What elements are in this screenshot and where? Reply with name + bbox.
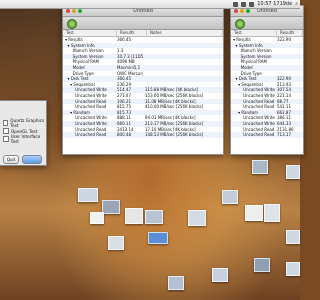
option-user-interface[interactable]: User Interface Test (0, 134, 46, 144)
cell-result: 800.48 (117, 132, 131, 138)
screenshot-file-icon[interactable] (102, 200, 120, 214)
cell-test: Uncached Read (233, 132, 275, 138)
table-header: Test Results (231, 30, 303, 37)
screenshot-file-icon[interactable] (286, 262, 300, 276)
screenshot-file-icon[interactable] (145, 210, 163, 224)
menubar-clock[interactable]: 10:57 1719de (257, 1, 292, 7)
column-header-notes[interactable]: Notes (147, 30, 223, 36)
results-table: ▾ Results 322.90 ▾ System Info Xbench Ver… (231, 37, 303, 138)
minimize-button[interactable] (72, 9, 76, 13)
option-quartz-graphics[interactable]: Quartz Graphics Test (0, 118, 46, 128)
results-window: Untitled Test Results Notes ▾ Results 366… (62, 5, 224, 155)
cell-test: Uncached Read (65, 132, 107, 138)
screenshot-file-icon[interactable] (254, 258, 270, 272)
screenshot-file-icon[interactable] (222, 190, 238, 204)
xbench-icon (235, 19, 245, 29)
results-window-2: Untitled Test Results ▾ Results 322.90 ▾ … (230, 5, 304, 155)
screenshot-file-icon[interactable] (245, 205, 263, 221)
screenshot-file-icon[interactable] (90, 212, 104, 224)
menu-bar: 10:57 1719de ⌕ (0, 0, 300, 9)
screenshot-file-icon[interactable] (78, 188, 98, 202)
zoom-button[interactable] (78, 9, 82, 13)
option-label: User Interface Test (10, 134, 41, 144)
screenshot-file-icon[interactable] (188, 210, 206, 226)
cell-note: 148.53 MB/sec [256K blocks] (145, 132, 204, 138)
option-label: OpenGL Test (11, 128, 38, 134)
checkbox[interactable] (3, 120, 9, 126)
screenshot-file-icon[interactable] (252, 160, 268, 174)
close-button[interactable] (66, 9, 70, 13)
checkbox[interactable] (3, 136, 9, 142)
option-label: Quartz Graphics Test (10, 118, 45, 128)
screenshot-file-icon[interactable] (168, 276, 184, 290)
screenshot-file-icon[interactable] (286, 165, 300, 179)
column-header-results[interactable]: Results (277, 30, 303, 36)
status-menu-icon[interactable] (233, 1, 239, 7)
window-toolbar (231, 17, 303, 30)
window-toolbar (63, 17, 223, 30)
table-row[interactable]: Uncached Read 800.48 148.53 MB/sec [256K b… (63, 132, 223, 138)
minimize-button[interactable] (240, 9, 244, 13)
folder-icon[interactable] (148, 232, 168, 244)
wifi-icon[interactable] (241, 1, 247, 7)
screenshot-file-icon[interactable] (264, 204, 280, 222)
table-row[interactable]: Uncached Read 713.17 (231, 132, 303, 138)
column-header-test[interactable]: Test (63, 30, 117, 36)
cell-result: 713.17 (277, 132, 291, 138)
column-header-results[interactable]: Results (117, 30, 147, 36)
screenshot-file-icon[interactable] (286, 230, 300, 244)
test-options-panel: Quartz Graphics Test OpenGL Test User In… (0, 100, 47, 166)
close-button[interactable] (234, 9, 238, 13)
xbench-icon (67, 19, 77, 29)
quit-button[interactable]: Quit (3, 155, 19, 164)
screenshot-file-icon[interactable] (212, 268, 228, 282)
results-table: ▾ Results 366.45 ▾ System Info Xbench Ver… (63, 37, 223, 138)
screenshot-file-icon[interactable] (108, 236, 124, 250)
spotlight-icon[interactable]: ⌕ (295, 1, 298, 7)
screenshot-file-icon[interactable] (125, 208, 143, 224)
zoom-button[interactable] (246, 9, 250, 13)
checkbox[interactable] (3, 128, 9, 134)
column-header-test[interactable]: Test (231, 30, 277, 36)
table-header: Test Results Notes (63, 30, 223, 37)
volume-icon[interactable] (249, 1, 255, 7)
start-button[interactable] (22, 155, 42, 164)
